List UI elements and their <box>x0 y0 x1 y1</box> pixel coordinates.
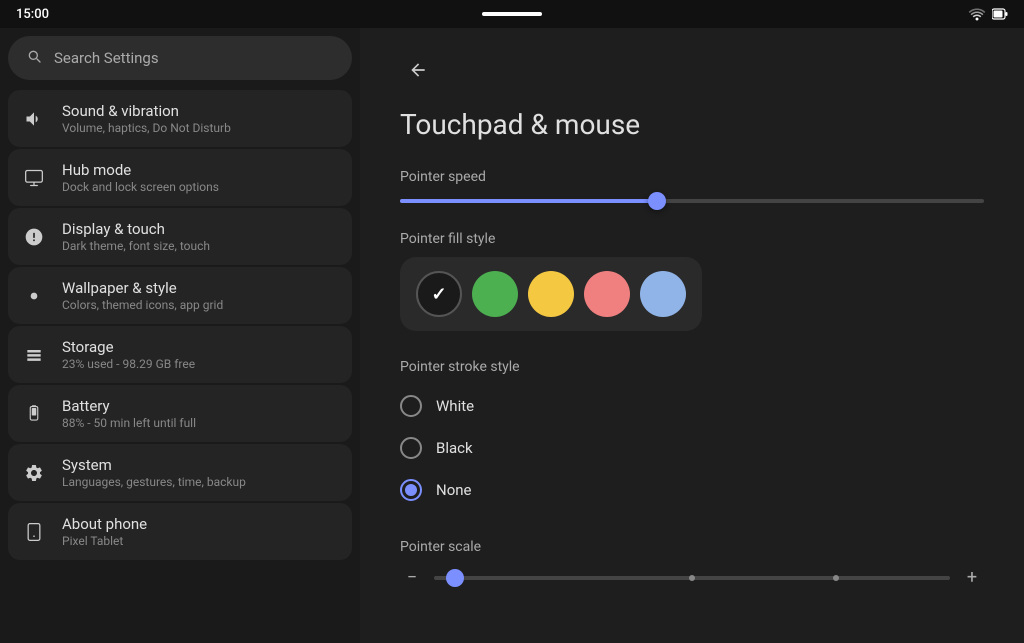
pointer-speed-section: Pointer speed <box>400 169 984 203</box>
sidebar-item-title-sound: Sound & vibration <box>62 102 231 120</box>
color-option-pink[interactable] <box>584 271 630 317</box>
home-indicator <box>482 12 542 16</box>
sidebar-item-title-hub: Hub mode <box>62 161 219 179</box>
color-options-container <box>400 257 702 331</box>
status-icons <box>968 7 1008 21</box>
pointer-speed-track[interactable] <box>400 199 984 203</box>
sidebar-item-title-wallpaper: Wallpaper & style <box>62 279 223 297</box>
pointer-fill-section: Pointer fill style <box>400 231 984 331</box>
sidebar-item-hub[interactable]: Hub mode Dock and lock screen options <box>8 149 352 206</box>
stroke-option-none[interactable]: None <box>400 469 984 511</box>
stroke-option-white[interactable]: White <box>400 385 984 427</box>
pointer-speed-fill <box>400 199 657 203</box>
sidebar-item-text-wallpaper: Wallpaper & style Colors, themed icons, … <box>62 279 223 312</box>
sidebar-item-title-display: Display & touch <box>62 220 210 238</box>
sidebar-item-text-hub: Hub mode Dock and lock screen options <box>62 161 219 194</box>
sidebar-item-text-battery: Battery 88% - 50 min left until full <box>62 397 196 430</box>
sidebar-item-text-sound: Sound & vibration Volume, haptics, Do No… <box>62 102 231 135</box>
status-center-pill <box>482 12 542 16</box>
scale-minus-icon[interactable]: − <box>400 567 424 588</box>
radio-label-none: None <box>436 481 472 499</box>
sidebar-item-subtitle-battery: 88% - 50 min left until full <box>62 416 196 430</box>
sidebar-item-subtitle-hub: Dock and lock screen options <box>62 180 219 194</box>
scale-tick-2 <box>833 575 839 581</box>
radio-btn-none <box>400 479 422 501</box>
sidebar-item-subtitle-about: Pixel Tablet <box>62 534 147 548</box>
status-bar: 15:00 <box>0 0 1024 28</box>
pointer-speed-label: Pointer speed <box>400 169 984 185</box>
scale-thumb[interactable] <box>446 569 464 587</box>
scale-plus-icon[interactable]: + <box>960 567 984 588</box>
sidebar-item-text-system: System Languages, gestures, time, backup <box>62 456 246 489</box>
status-time: 15:00 <box>16 7 49 22</box>
back-button[interactable] <box>400 52 436 88</box>
sidebar-item-wallpaper[interactable]: Wallpaper & style Colors, themed icons, … <box>8 267 352 324</box>
pointer-scale-section: Pointer scale − + <box>400 539 984 588</box>
search-bar[interactable]: Search Settings <box>8 36 352 80</box>
scale-tick-1 <box>689 575 695 581</box>
page-title: Touchpad & mouse <box>400 108 984 141</box>
sidebar-item-title-storage: Storage <box>62 338 195 356</box>
sidebar-items-list: Sound & vibration Volume, haptics, Do No… <box>8 90 352 562</box>
sidebar-item-subtitle-wallpaper: Colors, themed icons, app grid <box>62 298 223 312</box>
sidebar-item-title-battery: Battery <box>62 397 196 415</box>
content-panel: Touchpad & mouse Pointer speed Pointer f… <box>360 28 1024 643</box>
radio-btn-black <box>400 437 422 459</box>
wifi-icon <box>968 7 986 21</box>
radio-label-black: Black <box>436 439 473 457</box>
sidebar-item-subtitle-sound: Volume, haptics, Do Not Disturb <box>62 121 231 135</box>
wallpaper-icon <box>22 284 46 308</box>
sidebar-item-text-about: About phone Pixel Tablet <box>62 515 147 548</box>
sidebar-item-about[interactable]: About phone Pixel Tablet <box>8 503 352 560</box>
pointer-speed-thumb[interactable] <box>648 192 666 210</box>
sidebar-item-subtitle-display: Dark theme, font size, touch <box>62 239 210 253</box>
main-layout: Search Settings Sound & vibration Volume… <box>0 28 1024 643</box>
sidebar-item-storage[interactable]: Storage 23% used - 98.29 GB free <box>8 326 352 383</box>
sidebar: Search Settings Sound & vibration Volume… <box>0 28 360 643</box>
pointer-stroke-section: Pointer stroke style White Black None <box>400 359 984 511</box>
sound-icon <box>22 107 46 131</box>
hub-icon <box>22 166 46 190</box>
storage-icon <box>22 343 46 367</box>
stroke-option-black[interactable]: Black <box>400 427 984 469</box>
sidebar-item-title-system: System <box>62 456 246 474</box>
system-icon <box>22 461 46 485</box>
sidebar-item-subtitle-storage: 23% used - 98.29 GB free <box>62 357 195 371</box>
color-option-blue[interactable] <box>640 271 686 317</box>
search-bar-label: Search Settings <box>54 49 159 67</box>
sidebar-item-sound[interactable]: Sound & vibration Volume, haptics, Do No… <box>8 90 352 147</box>
color-option-black[interactable] <box>416 271 462 317</box>
sidebar-item-system[interactable]: System Languages, gestures, time, backup <box>8 444 352 501</box>
battery-icon <box>22 402 46 426</box>
display-icon <box>22 225 46 249</box>
sidebar-item-display[interactable]: Display & touch Dark theme, font size, t… <box>8 208 352 265</box>
scale-track[interactable] <box>434 576 950 580</box>
pointer-fill-label: Pointer fill style <box>400 231 984 247</box>
about-icon <box>22 520 46 544</box>
color-option-yellow[interactable] <box>528 271 574 317</box>
sidebar-item-battery[interactable]: Battery 88% - 50 min left until full <box>8 385 352 442</box>
pointer-stroke-label: Pointer stroke style <box>400 359 984 375</box>
sidebar-item-text-storage: Storage 23% used - 98.29 GB free <box>62 338 195 371</box>
color-option-green[interactable] <box>472 271 518 317</box>
search-icon <box>26 48 42 68</box>
radio-btn-white <box>400 395 422 417</box>
pointer-scale-label: Pointer scale <box>400 539 984 555</box>
sidebar-item-title-about: About phone <box>62 515 147 533</box>
stroke-options-container: White Black None <box>400 385 984 511</box>
sidebar-item-subtitle-system: Languages, gestures, time, backup <box>62 475 246 489</box>
sidebar-item-text-display: Display & touch Dark theme, font size, t… <box>62 220 210 253</box>
scale-slider-row: − + <box>400 567 984 588</box>
radio-label-white: White <box>436 397 474 415</box>
battery-icon <box>992 8 1008 20</box>
